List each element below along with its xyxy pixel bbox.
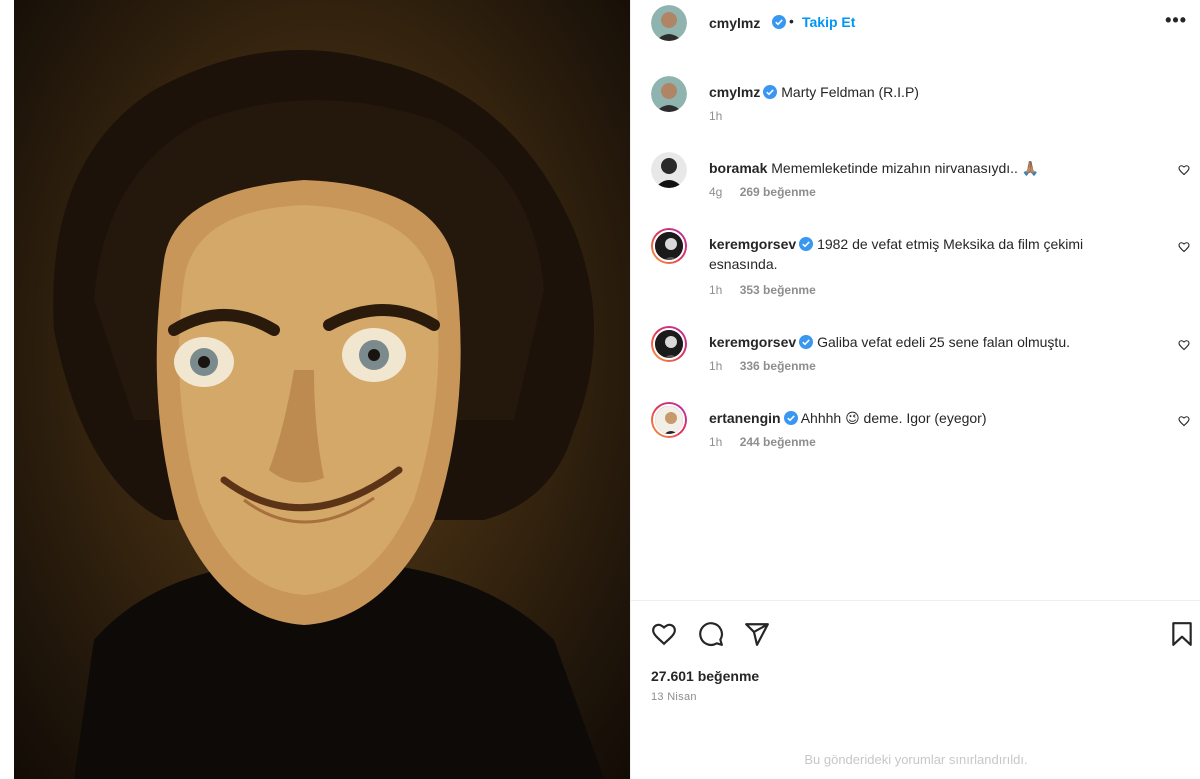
post-caption: cmylmz Marty Feldman (R.I.P) 1h [651, 76, 1196, 126]
verified-badge-icon [799, 237, 814, 251]
author-avatar[interactable] [651, 76, 687, 112]
share-send-icon[interactable] [744, 621, 770, 647]
caption-meta: 1h [709, 109, 736, 123]
comment-likes[interactable]: 353 beğenme [740, 283, 816, 297]
caption-username[interactable]: cmylmz [709, 84, 760, 100]
comment-body: keremgorsev 1982 de vefat etmiş Meksika … [709, 234, 1149, 274]
comment-time[interactable]: 4g [709, 185, 722, 199]
author-avatar[interactable] [651, 5, 687, 41]
like-comment-heart-icon[interactable] [1178, 241, 1190, 253]
verified-badge-icon [772, 15, 786, 29]
post-date[interactable]: 13 Nisan [651, 691, 697, 703]
comment-meta: 1h 353 beğenme [709, 283, 830, 297]
comment-time[interactable]: 1h [709, 283, 722, 297]
like-comment-heart-icon[interactable] [1178, 164, 1190, 176]
verified-badge-icon [799, 335, 814, 349]
comment-time[interactable]: 1h [709, 435, 722, 449]
comment-username[interactable]: keremgorsev [709, 236, 796, 252]
comment-item: keremgorsev Galiba vefat edeli 25 sene f… [651, 326, 1196, 376]
comment-likes[interactable]: 244 beğenme [740, 435, 816, 449]
verified-badge-icon [783, 411, 798, 425]
like-heart-icon[interactable] [651, 621, 677, 647]
comment-time[interactable]: 1h [709, 359, 722, 373]
caption-time[interactable]: 1h [709, 109, 722, 123]
post-header: cmylmz • Takip Et ••• [631, 0, 1200, 46]
caption-text: Marty Feldman (R.I.P) [781, 84, 919, 100]
comment-meta: 1h 336 beğenme [709, 359, 830, 373]
post-photo[interactable] [14, 0, 630, 779]
comment-likes[interactable]: 269 beğenme [740, 185, 816, 199]
portrait-illustration [53, 50, 604, 779]
left-gutter [0, 0, 14, 779]
comment-item: ertanengin Ahhhh 😉 deme. Igor (eyegor) 1… [651, 402, 1196, 452]
commenter-avatar[interactable] [651, 402, 687, 438]
follow-button[interactable]: Takip Et [802, 14, 855, 30]
comment-item: boramak Mememleketinde mizahın nirvanası… [651, 152, 1196, 202]
comment-body: keremgorsev Galiba vefat edeli 25 sene f… [709, 332, 1149, 352]
separator-dot: • [789, 13, 794, 29]
commenter-avatar[interactable] [651, 326, 687, 362]
author-username[interactable]: cmylmz [709, 15, 760, 31]
comment-username[interactable]: keremgorsev [709, 334, 796, 350]
comment-meta: 4g 269 beğenme [709, 185, 830, 199]
comment-text: Galiba vefat edeli 25 sene falan olmuştu… [817, 334, 1070, 350]
verified-badge-icon [763, 85, 778, 99]
comment-username[interactable]: ertanengin [709, 410, 781, 426]
commenter-avatar[interactable] [651, 228, 687, 264]
post-likes-count[interactable]: 27.601 beğenme [651, 668, 759, 684]
like-comment-heart-icon[interactable] [1178, 339, 1190, 351]
more-options-icon[interactable]: ••• [1165, 10, 1187, 31]
comment-username[interactable]: boramak [709, 160, 767, 176]
post-detail-panel: cmylmz • Takip Et ••• cmylmz Marty Feldm… [630, 0, 1200, 779]
comment-item: keremgorsev 1982 de vefat etmiş Meksika … [651, 228, 1196, 300]
comment-body: boramak Mememleketinde mizahın nirvanası… [709, 158, 1149, 178]
comments-limited-notice: Bu gönderideki yorumlar sınırlandırıldı. [804, 752, 1028, 767]
comment-body: ertanengin Ahhhh 😉 deme. Igor (eyegor) [709, 408, 1149, 428]
comment-text: Ahhhh 😉 deme. Igor (eyegor) [800, 410, 987, 426]
commenter-avatar[interactable] [651, 152, 687, 188]
like-comment-heart-icon[interactable] [1178, 415, 1190, 427]
bookmark-save-icon[interactable] [1169, 621, 1195, 647]
caption-body: cmylmz Marty Feldman (R.I.P) [709, 82, 1149, 102]
comment-bubble-icon[interactable] [698, 621, 724, 647]
comment-meta: 1h 244 beğenme [709, 435, 830, 449]
comment-text: Mememleketinde mizahın nirvanasıydı.. 🙏🏽 [771, 160, 1040, 176]
comment-likes[interactable]: 336 beğenme [740, 359, 816, 373]
